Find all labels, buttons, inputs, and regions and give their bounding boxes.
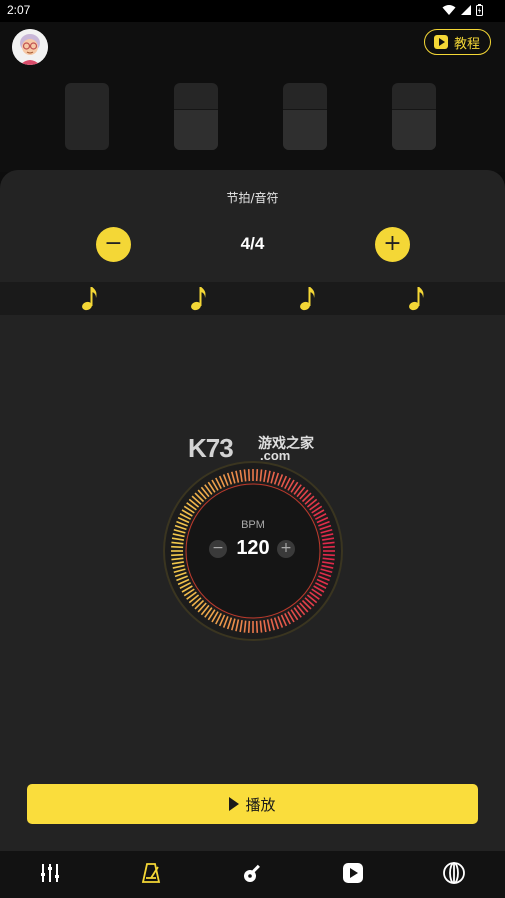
- watermark: K73 游戏之家 .com: [188, 433, 323, 463]
- status-time: 2:07: [7, 3, 31, 17]
- tab-metronome-icon[interactable]: [139, 861, 163, 885]
- battery-icon: [476, 4, 483, 16]
- user-avatar[interactable]: [12, 29, 48, 65]
- increase-beats-button[interactable]: +: [375, 227, 410, 262]
- beat-indicator-2: [174, 83, 218, 150]
- dial-tick: [247, 620, 251, 633]
- signal-icon: [461, 5, 471, 15]
- dial-tick: [247, 469, 251, 482]
- status-icons: [442, 4, 483, 16]
- time-signature: 4/4: [240, 234, 265, 253]
- beat-indicator-4: [392, 83, 436, 150]
- note-icon[interactable]: [299, 284, 317, 312]
- wifi-icon: [442, 5, 456, 15]
- tab-video-play-icon[interactable]: [341, 861, 365, 885]
- note-icon[interactable]: [190, 284, 208, 312]
- bpm-label: BPM: [241, 519, 265, 531]
- tutorial-label: 教程: [453, 36, 480, 52]
- dial-tick: [255, 469, 259, 482]
- status-bar: 2:07: [0, 0, 505, 22]
- note-icon[interactable]: [81, 284, 99, 312]
- play-icon: [229, 797, 240, 811]
- play-label: 播放: [245, 795, 276, 814]
- tab-tuner-sliders-icon[interactable]: [38, 861, 62, 885]
- meter-title: 节拍/音符: [226, 191, 279, 205]
- dial-tick: [171, 545, 184, 549]
- tab-guitar-icon[interactable]: [241, 861, 265, 885]
- note-icon[interactable]: [408, 284, 426, 312]
- dial-tick: [255, 620, 259, 633]
- dial-tick: [322, 545, 335, 549]
- beat-indicator-1: [65, 83, 109, 150]
- play-button[interactable]: 播放: [27, 784, 478, 824]
- beat-indicator-3: [283, 83, 327, 150]
- watermark-brand: K73: [188, 433, 234, 463]
- beat-notes-row: [0, 282, 505, 315]
- dial-tick: [171, 553, 184, 557]
- bpm-increase-button[interactable]: +: [277, 540, 295, 558]
- dial-tick: [322, 553, 335, 557]
- video-icon: [433, 35, 448, 49]
- avatar-icon: [12, 29, 48, 65]
- tutorial-button[interactable]: 教程: [423, 29, 491, 55]
- tab-globe-icon[interactable]: [442, 861, 466, 885]
